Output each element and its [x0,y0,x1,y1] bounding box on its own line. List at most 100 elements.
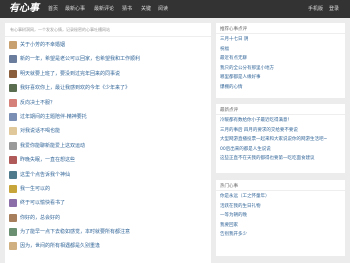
avatar-image [9,98,17,107]
sidebar-box-latest-comments: 最新点评 冷暖都有数给你小子最近吃得满意！ 三月的事后 四月的要求的交给要不要说大… [216,104,345,173]
divider [216,190,345,191]
avatar-image [9,69,17,78]
sidebar-link[interactable]: 告别我开多少 [220,231,270,241]
sidebar-list-item: 活跃在我的生日礼物 [220,203,270,213]
sidebar-list-item: 祝福 [220,46,274,56]
nav-item-latest[interactable]: 最新心事 [65,4,85,14]
sidebar-list-item: 这些正直不在天我的都得也要第一吃吃面食建议 [220,155,327,165]
sidebar-link[interactable]: 最近有点无聊 [220,55,274,65]
post-title-link[interactable]: 昨晚失眠，一直在想这些 [20,156,75,164]
sidebar-link[interactable]: 大型网游直播投票一起来和大家说说你的网游生活吧~ [220,136,327,146]
nav-item-mobile[interactable]: 手机版 [308,4,323,14]
sidebar-link[interactable]: 你是永远（工之怀童年） [220,193,270,203]
avatar[interactable] [9,112,17,121]
avatar[interactable] [9,170,17,179]
avatar[interactable] [9,84,17,93]
avatar-image [9,41,17,49]
sidebar-box-recommended: 推荐心事点评 三月十七日 阴祝福 最近有点无聊 我只的全公分有那里小地方 哪里都都是人… [216,23,345,98]
avatar-image [9,170,17,179]
avatar[interactable] [9,199,17,208]
sidebar-box-hot: 热门心事 你是永远（工之怀童年） 活跃在我的生日礼物 一等为朝的晚 我要回家 告别我开多… [216,180,345,256]
post-title-link[interactable]: 这里个点告诉我个神仙 [20,171,70,179]
nav-item-keywords[interactable]: 关键 [141,4,151,14]
avatar[interactable] [9,156,17,165]
avatar[interactable] [9,242,17,251]
divider [216,33,345,34]
sidebar-list-item: 三月的事后 四月的要求的交给要不要说 [220,127,327,137]
nav-item-reading[interactable]: 阅读 [158,4,168,14]
avatar[interactable] [9,184,17,193]
post-item: 对我说话不喝也能 [5,126,211,140]
post-item: 过年期间的主题陪伴-精神要托 [5,112,211,126]
post-item: 新的一年，希望是老公可以回家，也希望我和工作顺利 [5,54,211,68]
avatar[interactable] [9,55,17,64]
avatar-image [9,184,17,193]
sidebar-link[interactable]: 我要回家 [220,222,270,232]
sidebar-list-item: 冷暖都有数给你小子最近吃得满意！ [220,117,327,127]
post-title-link[interactable]: 我爱你能聊新能爱上这双运动 [20,142,85,150]
avatar-image [9,84,17,93]
sidebar-list-item: 我只的全公分有那里小地方 [220,65,274,75]
avatar[interactable] [9,228,17,237]
sidebar-link[interactable]: 00后出来的都是人生说说 [220,146,327,156]
post-title-link[interactable]: 新的一年，希望是老公可以回家，也希望我和工作顺利 [20,55,140,63]
avatar[interactable] [9,213,17,222]
sidebar-link[interactable]: 哪里都都是人缘好事 [220,74,274,84]
post-item: 为了能早一点下去稳如感觉，本时就要所有都注意 [5,227,211,241]
post-title-link[interactable]: 明天就要上班了，要没到过完年回来的同事说 [20,70,120,78]
avatar-image [9,228,17,237]
post-title-link[interactable]: 我好喜欢你上，最让我感到欢的今年《少年来了》 [20,84,130,92]
sidebar-list-item: 哪里都都是人缘好事 [220,74,274,84]
site-logo[interactable]: 有心事 [9,2,39,16]
avatar[interactable] [9,69,17,78]
sidebar-heading: 最新点评 [220,108,238,113]
avatar[interactable] [9,141,17,150]
divider [216,114,345,115]
post-item: 我好喜欢你上，最让我感到欢的今年《少年来了》 [5,83,211,97]
avatar[interactable] [9,41,17,49]
post-item: 我爱你能聊新能爱上这双运动 [5,141,211,155]
avatar-image [9,112,17,121]
sidebar-list-item: 爆棚的心情 [220,84,274,94]
sidebar-heading: 推荐心事点评 [220,27,247,32]
sidebar-link[interactable]: 三月十七日 阴 [220,36,274,46]
post-title-link[interactable]: 因为，世间的所有相遇都是久别重逢 [20,242,100,250]
avatar-image [9,199,17,208]
avatar[interactable] [9,127,17,136]
sidebar-list-item: 一等为朝的晚 [220,212,270,222]
sidebar-list-item: 三月十七日 阴 [220,36,274,46]
post-title-link[interactable]: 为了能早一点下去稳如感觉，本时就要所有都注意 [20,228,130,236]
sidebar-list-item: 我要回家 [220,222,270,232]
post-item: 因为，世间的所有相遇都是久别重逢 [5,241,211,255]
post-item: 你好的，总会好的 [5,213,211,227]
sidebar-link-list: 三月十七日 阴祝福 最近有点无聊 我只的全公分有那里小地方 哪里都都是人缘好事 爆棚的心… [220,36,274,94]
login-link[interactable]: 登录 [329,4,339,14]
post-title-link[interactable]: 终于可以愉快看书了 [20,199,65,207]
sidebar-link[interactable]: 活跃在我的生日礼物 [220,203,270,213]
post-title-link[interactable]: 过年期间的主题陪伴-精神要托 [20,113,87,121]
sidebar-link[interactable]: 祝福 [220,46,274,56]
divider [5,36,211,37]
top-navigation-bar: 有心事 首页 最新心事 最新评论 猜书 关键 阅读 手机版 登录 [0,0,350,18]
nav-item-guess-book[interactable]: 猜书 [122,4,132,14]
post-title-link[interactable]: 反向决土不服？ [20,99,55,107]
sidebar-link[interactable]: 三月的事后 四月的要求的交给要不要说 [220,127,327,137]
nav-item-latest-comments[interactable]: 最新评论 [94,4,114,14]
post-title-link[interactable]: 关于小芳的不幸婚姻 [20,41,65,49]
sidebar-link[interactable]: 冷暖都有数给你小子最近吃得满意！ [220,117,327,127]
post-title-link[interactable]: 你好的，总会好的 [20,214,60,222]
sidebar-link[interactable]: 爆棚的心情 [220,84,274,94]
sidebar-link-list: 你是永远（工之怀童年） 活跃在我的生日礼物 一等为朝的晚 我要回家 告别我开多少 [220,193,270,241]
post-title-link[interactable]: 我一生可以的 [20,185,50,193]
avatar-image [9,242,17,251]
main-content-panel: 有心事树洞网，一个发发心情，记录秘密的心事吐槽网站 关于小芳的不幸婚姻 新的一年，… [5,23,211,263]
nav-item-home[interactable]: 首页 [48,4,58,14]
sidebar-link[interactable]: 这些正直不在天我的都得也要第一吃吃面食建议 [220,155,327,165]
avatar-image [9,156,17,165]
post-item: 终于可以愉快看书了 [5,198,211,212]
sidebar-link[interactable]: 我只的全公分有那里小地方 [220,65,274,75]
avatar[interactable] [9,98,17,107]
sidebar-list-item: 你是永远（工之怀童年） [220,193,270,203]
sidebar-link[interactable]: 一等为朝的晚 [220,212,270,222]
post-title-link[interactable]: 对我说话不喝也能 [20,127,60,135]
